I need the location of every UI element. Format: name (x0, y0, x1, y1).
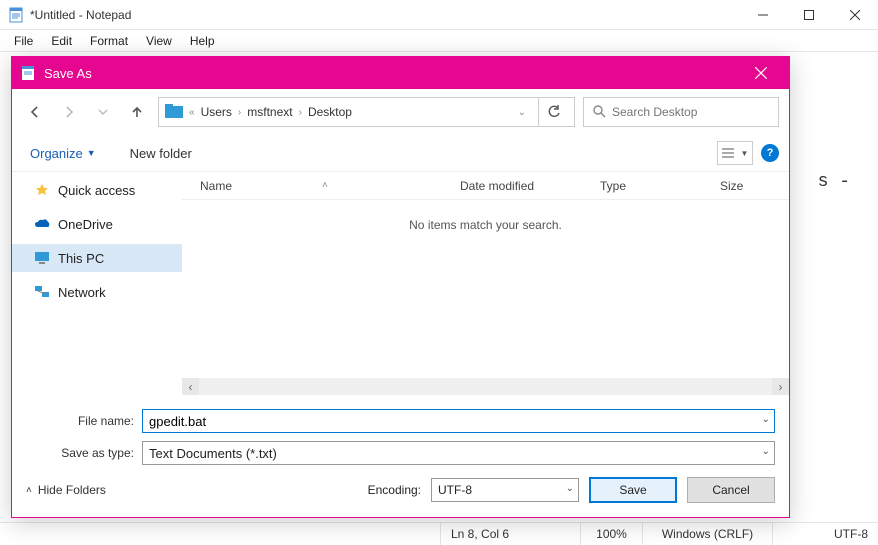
savetype-value: Text Documents (*.txt) (149, 446, 277, 461)
refresh-button[interactable] (538, 98, 568, 126)
savetype-label: Save as type: (26, 446, 142, 460)
nav-row: « Users › msftnext › Desktop ⌄ (12, 89, 789, 135)
savetype-select[interactable]: Text Documents (*.txt) ⌄ (142, 441, 775, 465)
cloud-icon (34, 216, 50, 232)
file-list: Name˄ Date modified Type Size No items m… (182, 172, 789, 395)
scroll-right-icon[interactable]: › (772, 378, 789, 395)
menu-edit[interactable]: Edit (43, 32, 80, 50)
dialog-close-button[interactable] (741, 57, 781, 89)
menu-format[interactable]: Format (82, 32, 136, 50)
encoding-label: Encoding: (368, 483, 421, 497)
sidebar-item-label: Quick access (58, 183, 135, 198)
filename-row: File name: ⌄ (12, 405, 789, 437)
dialog-titlebar: Save As (12, 57, 789, 89)
titlebar: *Untitled - Notepad (0, 0, 878, 30)
filename-input[interactable] (149, 414, 768, 429)
encoding-select[interactable]: UTF-8 ⌄ (431, 478, 579, 502)
encoding-value: UTF-8 (438, 483, 472, 497)
nav-recent-button[interactable] (90, 99, 116, 125)
status-eol: Windows (CRLF) (642, 523, 772, 545)
star-icon (34, 182, 50, 198)
sidebar-item-label: Network (58, 285, 106, 300)
save-as-dialog: Save As « Users › msftnext › Desktop ⌄ O… (11, 56, 790, 518)
sidebar-item-label: OneDrive (58, 217, 113, 232)
empty-message: No items match your search. (182, 200, 789, 378)
col-size[interactable]: Size (720, 179, 789, 193)
menu-view[interactable]: View (138, 32, 180, 50)
toolbar: Organize▼ New folder ▼ ? (12, 135, 789, 171)
col-type[interactable]: Type (600, 179, 720, 193)
chevron-up-icon: ˄ (26, 485, 32, 496)
chevron-down-icon[interactable]: ⌄ (762, 446, 770, 457)
help-button[interactable]: ? (761, 144, 779, 162)
window-controls (740, 0, 878, 30)
chevron-down-icon[interactable]: ⌄ (518, 107, 526, 118)
nav-up-button[interactable] (124, 99, 150, 125)
statusbar: Ln 8, Col 6 100% Windows (CRLF) UTF-8 (0, 522, 878, 544)
monitor-icon (34, 250, 50, 266)
col-name[interactable]: Name˄ (200, 179, 460, 193)
address-bar[interactable]: « Users › msftnext › Desktop ⌄ (158, 97, 575, 127)
network-icon (34, 284, 50, 300)
maximize-button[interactable] (786, 0, 832, 30)
status-zoom: 100% (580, 523, 642, 545)
sidebar-item-quick-access[interactable]: Quick access (12, 176, 182, 204)
savetype-row: Save as type: Text Documents (*.txt) ⌄ (12, 437, 789, 469)
browser-area: Quick access OneDrive This PC Network Na… (12, 171, 789, 395)
chevron-left-icon: « (189, 107, 195, 118)
folder-icon (165, 104, 183, 121)
sidebar-item-label: This PC (58, 251, 104, 266)
menu-help[interactable]: Help (182, 32, 223, 50)
dialog-title: Save As (44, 66, 741, 81)
filename-label: File name: (26, 414, 142, 428)
menu-file[interactable]: File (6, 32, 41, 50)
chevron-down-icon[interactable]: ⌄ (566, 483, 574, 494)
col-date[interactable]: Date modified (460, 179, 600, 193)
close-button[interactable] (832, 0, 878, 30)
dialog-footer: ˄ Hide Folders Encoding: UTF-8 ⌄ Save Ca… (12, 469, 789, 517)
sidebar-item-network[interactable]: Network (12, 278, 182, 306)
organize-button[interactable]: Organize▼ (22, 142, 104, 165)
search-icon (592, 104, 606, 121)
menubar: File Edit Format View Help (0, 30, 878, 52)
view-options-button[interactable]: ▼ (717, 141, 753, 165)
crumb-msftnext[interactable]: msftnext (247, 105, 292, 119)
crumb-desktop[interactable]: Desktop (308, 105, 352, 119)
nav-back-button[interactable] (22, 99, 48, 125)
notepad-icon (20, 65, 36, 81)
filename-input-wrap[interactable]: ⌄ (142, 409, 775, 433)
hide-folders-button[interactable]: ˄ Hide Folders (26, 483, 106, 497)
nav-forward-button[interactable] (56, 99, 82, 125)
chevron-down-icon: ▼ (87, 148, 96, 158)
chevron-down-icon[interactable]: ⌄ (762, 414, 770, 425)
new-folder-button[interactable]: New folder (122, 142, 200, 165)
chevron-right-icon: › (299, 107, 302, 118)
column-headers: Name˄ Date modified Type Size (182, 172, 789, 200)
status-lncol: Ln 8, Col 6 (440, 523, 580, 545)
cancel-button[interactable]: Cancel (687, 477, 775, 503)
search-input[interactable] (612, 105, 770, 119)
chevron-right-icon: › (238, 107, 241, 118)
window-title: *Untitled - Notepad (30, 8, 740, 22)
scroll-left-icon[interactable]: ‹ (182, 378, 199, 395)
crumb-users[interactable]: Users (201, 105, 232, 119)
minimize-button[interactable] (740, 0, 786, 30)
sidebar-item-this-pc[interactable]: This PC (12, 244, 182, 272)
notepad-icon (8, 7, 24, 23)
editor-text-fragment: s - (818, 172, 850, 192)
sidebar: Quick access OneDrive This PC Network (12, 172, 182, 395)
sort-asc-icon: ˄ (322, 180, 328, 191)
save-button[interactable]: Save (589, 477, 677, 503)
search-box[interactable] (583, 97, 779, 127)
sidebar-item-onedrive[interactable]: OneDrive (12, 210, 182, 238)
status-encoding: UTF-8 (772, 523, 878, 545)
horizontal-scrollbar[interactable]: ‹ › (182, 378, 789, 395)
